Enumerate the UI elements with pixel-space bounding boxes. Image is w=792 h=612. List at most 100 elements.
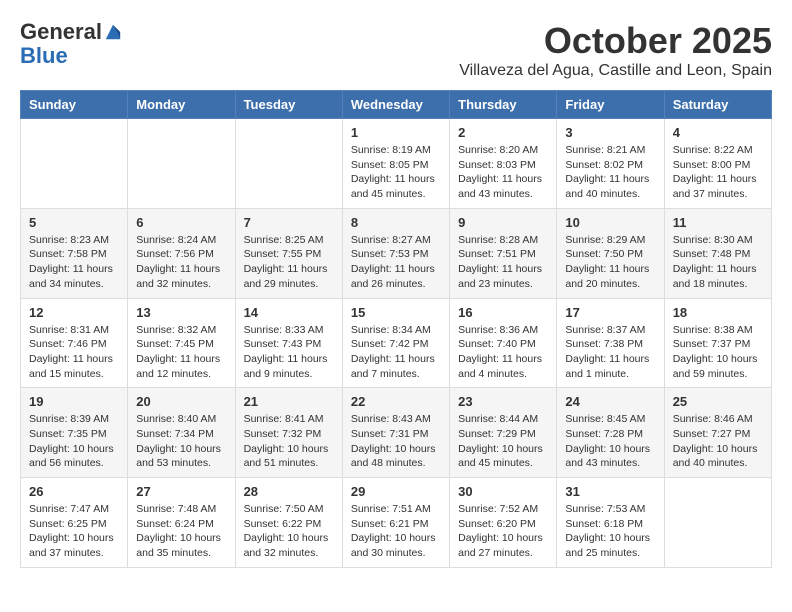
day-info: Sunrise: 8:20 AM Sunset: 8:03 PM Dayligh… xyxy=(458,143,548,202)
day-number: 17 xyxy=(565,305,655,320)
day-number: 10 xyxy=(565,215,655,230)
calendar-cell: 15 Sunrise: 8:34 AM Sunset: 7:42 PM Dayli… xyxy=(342,298,449,388)
day-info: Sunrise: 8:38 AM Sunset: 7:37 PM Dayligh… xyxy=(673,323,763,382)
calendar-cell: 27 Sunrise: 7:48 AM Sunset: 6:24 PM Dayli… xyxy=(128,478,235,568)
day-number: 26 xyxy=(29,484,119,499)
day-info: Sunrise: 8:29 AM Sunset: 7:50 PM Dayligh… xyxy=(565,233,655,292)
calendar-cell: 9Sunrise: 8:28 AM Sunset: 7:51 PM Daylig… xyxy=(450,208,557,298)
day-info: Sunrise: 8:25 AM Sunset: 7:55 PM Dayligh… xyxy=(244,233,334,292)
calendar-cell: 26 Sunrise: 7:47 AM Sunset: 6:25 PM Dayli… xyxy=(21,478,128,568)
day-info: Sunrise: 8:43 AM Sunset: 7:31 PM Dayligh… xyxy=(351,412,441,471)
day-info: Sunrise: 8:37 AM Sunset: 7:38 PM Dayligh… xyxy=(565,323,655,382)
day-number: 4 xyxy=(673,125,763,140)
day-info: Sunrise: 8:21 AM Sunset: 8:02 PM Dayligh… xyxy=(565,143,655,202)
calendar-cell: 16 Sunrise: 8:36 AM Sunset: 7:40 PM Dayli… xyxy=(450,298,557,388)
day-number: 31 xyxy=(565,484,655,499)
calendar-cell: 5Sunrise: 8:23 AM Sunset: 7:58 PM Daylig… xyxy=(21,208,128,298)
day-info: Sunrise: 8:39 AM Sunset: 7:35 PM Dayligh… xyxy=(29,412,119,471)
logo-blue-text: Blue xyxy=(20,43,68,68)
day-info: Sunrise: 8:27 AM Sunset: 7:53 PM Dayligh… xyxy=(351,233,441,292)
calendar-cell: 28Sunrise: 7:50 AM Sunset: 6:22 PM Dayli… xyxy=(235,478,342,568)
title-block: October 2025 Villaveza del Agua, Castill… xyxy=(459,20,772,80)
calendar-week-row: 19 Sunrise: 8:39 AM Sunset: 7:35 PM Dayli… xyxy=(21,388,772,478)
calendar-cell xyxy=(664,478,771,568)
calendar-cell: 8 Sunrise: 8:27 AM Sunset: 7:53 PM Daylig… xyxy=(342,208,449,298)
weekday-header-row: SundayMondayTuesdayWednesdayThursdayFrid… xyxy=(21,91,772,119)
calendar-cell: 20 Sunrise: 8:40 AM Sunset: 7:34 PM Dayli… xyxy=(128,388,235,478)
month-title: October 2025 xyxy=(459,20,772,62)
day-number: 23 xyxy=(458,394,548,409)
day-info: Sunrise: 8:30 AM Sunset: 7:48 PM Dayligh… xyxy=(673,233,763,292)
calendar-cell: 2Sunrise: 8:20 AM Sunset: 8:03 PM Daylig… xyxy=(450,119,557,209)
day-info: Sunrise: 8:34 AM Sunset: 7:42 PM Dayligh… xyxy=(351,323,441,382)
day-info: Sunrise: 8:31 AM Sunset: 7:46 PM Dayligh… xyxy=(29,323,119,382)
calendar-table: SundayMondayTuesdayWednesdayThursdayFrid… xyxy=(20,90,772,568)
calendar-week-row: 1 Sunrise: 8:19 AM Sunset: 8:05 PM Daylig… xyxy=(21,119,772,209)
day-number: 11 xyxy=(673,215,763,230)
weekday-header-monday: Monday xyxy=(128,91,235,119)
day-number: 6 xyxy=(136,215,226,230)
calendar-cell: 14 Sunrise: 8:33 AM Sunset: 7:43 PM Dayli… xyxy=(235,298,342,388)
day-number: 12 xyxy=(29,305,119,320)
day-number: 28 xyxy=(244,484,334,499)
day-number: 29 xyxy=(351,484,441,499)
day-info: Sunrise: 7:53 AM Sunset: 6:18 PM Dayligh… xyxy=(565,502,655,561)
calendar-week-row: 26 Sunrise: 7:47 AM Sunset: 6:25 PM Dayli… xyxy=(21,478,772,568)
day-number: 20 xyxy=(136,394,226,409)
calendar-cell: 6 Sunrise: 8:24 AM Sunset: 7:56 PM Daylig… xyxy=(128,208,235,298)
calendar-cell: 25Sunrise: 8:46 AM Sunset: 7:27 PM Dayli… xyxy=(664,388,771,478)
day-number: 16 xyxy=(458,305,548,320)
day-number: 3 xyxy=(565,125,655,140)
day-info: Sunrise: 8:33 AM Sunset: 7:43 PM Dayligh… xyxy=(244,323,334,382)
calendar-cell: 29Sunrise: 7:51 AM Sunset: 6:21 PM Dayli… xyxy=(342,478,449,568)
day-number: 8 xyxy=(351,215,441,230)
calendar-cell: 31 Sunrise: 7:53 AM Sunset: 6:18 PM Dayli… xyxy=(557,478,664,568)
day-number: 9 xyxy=(458,215,548,230)
calendar-cell: 3 Sunrise: 8:21 AM Sunset: 8:02 PM Daylig… xyxy=(557,119,664,209)
weekday-header-friday: Friday xyxy=(557,91,664,119)
logo-general-text: General xyxy=(20,20,102,44)
logo-icon xyxy=(104,23,122,41)
day-number: 19 xyxy=(29,394,119,409)
day-number: 21 xyxy=(244,394,334,409)
location-title: Villaveza del Agua, Castille and Leon, S… xyxy=(459,62,772,80)
weekday-header-tuesday: Tuesday xyxy=(235,91,342,119)
calendar-cell: 30 Sunrise: 7:52 AM Sunset: 6:20 PM Dayli… xyxy=(450,478,557,568)
calendar-cell: 11 Sunrise: 8:30 AM Sunset: 7:48 PM Dayli… xyxy=(664,208,771,298)
day-info: Sunrise: 8:19 AM Sunset: 8:05 PM Dayligh… xyxy=(351,143,441,202)
day-info: Sunrise: 8:40 AM Sunset: 7:34 PM Dayligh… xyxy=(136,412,226,471)
weekday-header-sunday: Sunday xyxy=(21,91,128,119)
calendar-week-row: 12 Sunrise: 8:31 AM Sunset: 7:46 PM Dayli… xyxy=(21,298,772,388)
weekday-header-wednesday: Wednesday xyxy=(342,91,449,119)
day-info: Sunrise: 7:48 AM Sunset: 6:24 PM Dayligh… xyxy=(136,502,226,561)
day-number: 27 xyxy=(136,484,226,499)
calendar-cell xyxy=(235,119,342,209)
day-info: Sunrise: 8:44 AM Sunset: 7:29 PM Dayligh… xyxy=(458,412,548,471)
calendar-cell: 22Sunrise: 8:43 AM Sunset: 7:31 PM Dayli… xyxy=(342,388,449,478)
calendar-cell: 18 Sunrise: 8:38 AM Sunset: 7:37 PM Dayli… xyxy=(664,298,771,388)
day-info: Sunrise: 8:46 AM Sunset: 7:27 PM Dayligh… xyxy=(673,412,763,471)
day-number: 14 xyxy=(244,305,334,320)
calendar-cell: 1 Sunrise: 8:19 AM Sunset: 8:05 PM Daylig… xyxy=(342,119,449,209)
day-number: 1 xyxy=(351,125,441,140)
day-info: Sunrise: 7:47 AM Sunset: 6:25 PM Dayligh… xyxy=(29,502,119,561)
calendar-cell: 13Sunrise: 8:32 AM Sunset: 7:45 PM Dayli… xyxy=(128,298,235,388)
day-number: 13 xyxy=(136,305,226,320)
calendar-cell: 24Sunrise: 8:45 AM Sunset: 7:28 PM Dayli… xyxy=(557,388,664,478)
calendar-cell: 17 Sunrise: 8:37 AM Sunset: 7:38 PM Dayli… xyxy=(557,298,664,388)
day-info: Sunrise: 8:24 AM Sunset: 7:56 PM Dayligh… xyxy=(136,233,226,292)
day-number: 30 xyxy=(458,484,548,499)
calendar-cell xyxy=(128,119,235,209)
calendar-cell: 19 Sunrise: 8:39 AM Sunset: 7:35 PM Dayli… xyxy=(21,388,128,478)
calendar-cell: 12 Sunrise: 8:31 AM Sunset: 7:46 PM Dayli… xyxy=(21,298,128,388)
day-info: Sunrise: 8:36 AM Sunset: 7:40 PM Dayligh… xyxy=(458,323,548,382)
day-number: 18 xyxy=(673,305,763,320)
day-number: 24 xyxy=(565,394,655,409)
calendar-cell xyxy=(21,119,128,209)
weekday-header-saturday: Saturday xyxy=(664,91,771,119)
calendar-cell: 4Sunrise: 8:22 AM Sunset: 8:00 PM Daylig… xyxy=(664,119,771,209)
day-number: 15 xyxy=(351,305,441,320)
day-info: Sunrise: 7:52 AM Sunset: 6:20 PM Dayligh… xyxy=(458,502,548,561)
calendar-cell: 7Sunrise: 8:25 AM Sunset: 7:55 PM Daylig… xyxy=(235,208,342,298)
calendar-cell: 10 Sunrise: 8:29 AM Sunset: 7:50 PM Dayli… xyxy=(557,208,664,298)
